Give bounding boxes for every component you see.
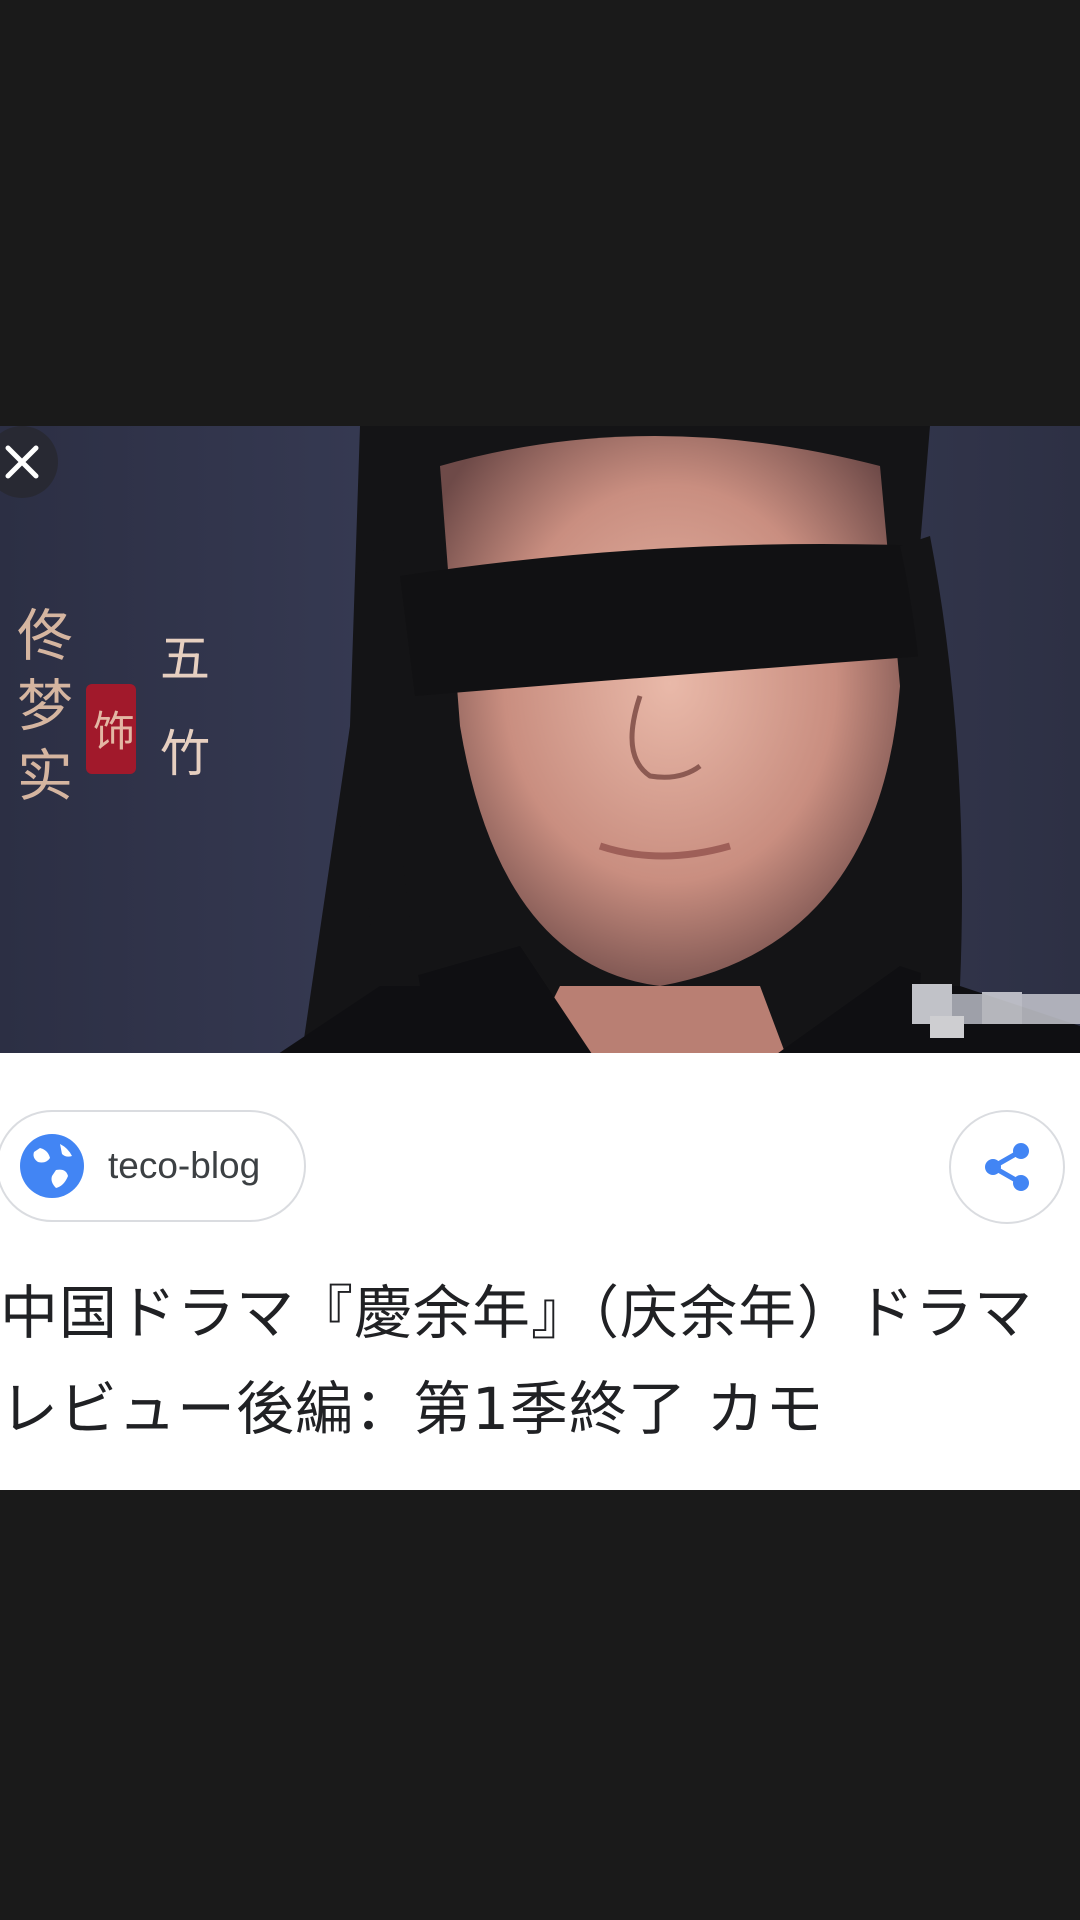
source-label: teco-blog	[108, 1145, 261, 1186]
globe-icon	[20, 1134, 84, 1198]
image-viewer-screen: 佟 梦 实 饰 五 竹 teco-blog 中国ドラマ『慶余年』（庆余年）ドラマ…	[0, 0, 1080, 1920]
close-icon	[5, 445, 39, 479]
preview-image[interactable]: 佟 梦 实 饰 五 竹	[0, 426, 1080, 1053]
share-button[interactable]	[949, 1110, 1065, 1224]
result-card: teco-blog 中国ドラマ『慶余年』（庆余年）ドラマレビュー後編：第1季終了…	[0, 1053, 1080, 1490]
source-chip[interactable]: teco-blog	[0, 1110, 306, 1222]
share-icon	[985, 1143, 1029, 1191]
calligraphy-name: 佟 梦 实	[8, 606, 73, 802]
portrait-illustration: 佟 梦 实 饰 五 竹	[0, 426, 1080, 1053]
seal-character: 饰	[93, 707, 135, 756]
result-title[interactable]: 中国ドラマ『慶余年』（庆余年）ドラマレビュー後編：第1季終了 カモ	[0, 1265, 1060, 1457]
